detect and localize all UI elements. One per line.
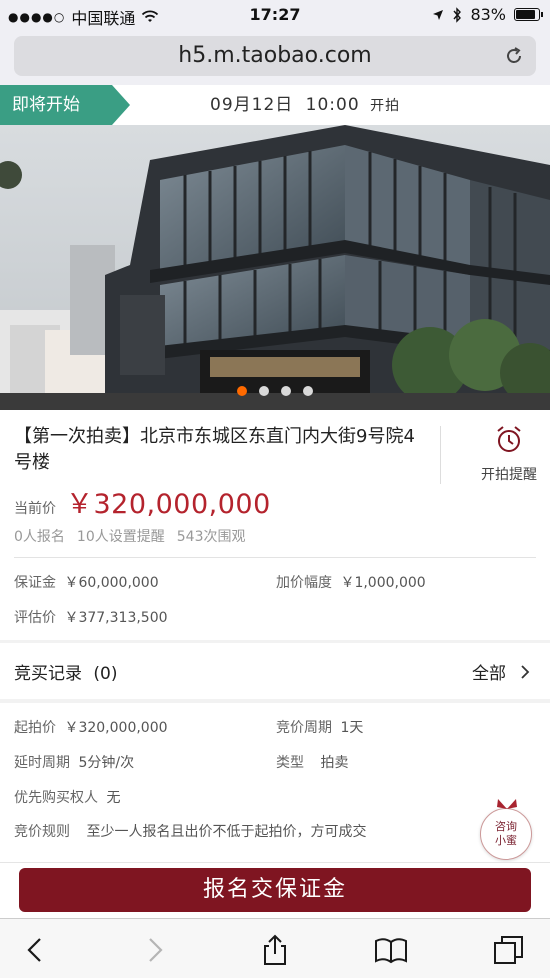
bow-icon (497, 799, 517, 809)
remind-label: 开拍提醒 (481, 467, 537, 483)
bluetooth-icon (453, 6, 462, 23)
increment-value: ￥1,000,000 (340, 575, 426, 591)
appraisal-label: 评估价 (14, 610, 56, 626)
chevron-right-icon (521, 664, 530, 679)
priority-value: 无 (106, 790, 121, 806)
start-clock: 10:00 (305, 95, 360, 115)
type-label: 类型 (276, 755, 304, 771)
carousel-dot[interactable] (259, 386, 269, 396)
priority-label: 优先购买权人 (14, 790, 98, 806)
cta-bar: 报名交保证金 (0, 862, 550, 918)
rule-value: 至少一人报名且出价不低于起拍价，方可成交 (86, 824, 367, 840)
bid-period: 竞价周期 1天 (276, 717, 363, 737)
deposit: 保证金 ￥60,000,000 (14, 572, 159, 592)
start-time: 09月12日 10:00 开拍 (210, 85, 400, 126)
bid-records-row[interactable]: 竞买记录 (0) 全部 (0, 643, 550, 699)
divider (440, 426, 441, 484)
priority-buyer: 优先购买权人 无 (14, 787, 120, 807)
bid-records-title: 竞买记录 (0) (14, 659, 118, 684)
auction-header: 即将开始 09月12日 10:00 开拍 (0, 85, 550, 125)
bid-rule: 竞价规则 至少一人报名且出价不低于起拍价，方可成交 (14, 821, 366, 841)
address-bar[interactable]: h5.m.taobao.com (14, 36, 536, 76)
bookmarks-icon[interactable] (374, 933, 408, 967)
carousel-indicator (0, 386, 550, 396)
alarm-clock-icon (497, 426, 521, 452)
battery-percent: 83% (470, 5, 506, 24)
type-value: 拍卖 (320, 755, 349, 771)
bid-period-label: 竞价周期 (276, 720, 332, 736)
view-all-bids[interactable]: 全部 (472, 659, 530, 684)
extension-period: 延时周期 5分钟/次 (14, 752, 134, 772)
battery-icon (514, 8, 543, 21)
remind-button[interactable]: 开拍提醒 (474, 424, 550, 484)
view-all-label: 全部 (472, 664, 506, 684)
status-bar: ●●●●○ 中国联通 17:27 83% (0, 0, 550, 30)
appraisal-value: ￥377,313,500 (64, 610, 168, 626)
auction-rules-panel: 起拍价 ￥320,000,000 竞价周期 1天 延时周期 5分钟/次 类型 拍… (0, 703, 550, 863)
bid-records-count: (0) (93, 664, 118, 684)
auction-type: 类型 拍卖 (276, 752, 348, 772)
divider (14, 557, 536, 558)
price-value: ￥320,000,000 (66, 489, 271, 520)
extension-value: 5分钟/次 (78, 755, 135, 771)
current-price-row: 当前价 ￥320,000,000 (14, 482, 271, 521)
reload-icon[interactable] (502, 44, 526, 68)
signup-count: 0人报名 (14, 529, 65, 545)
extension-label: 延时周期 (14, 755, 70, 771)
building-photo (0, 125, 550, 410)
carousel-dot[interactable] (281, 386, 291, 396)
tabs-icon[interactable] (492, 933, 526, 967)
price-label: 当前价 (14, 501, 56, 517)
rule-label: 竞价规则 (14, 824, 70, 840)
start-suffix: 开拍 (370, 98, 401, 114)
forward-icon[interactable] (138, 933, 172, 967)
start-price-value: ￥320,000,000 (64, 720, 168, 736)
browser-chrome: h5.m.taobao.com (0, 30, 550, 85)
hero-image-carousel[interactable] (0, 125, 550, 410)
status-tag: 即将开始 (0, 85, 130, 125)
item-stats: 0人报名 10人设置提醒 543次围观 (14, 526, 245, 546)
consult-line2: 小蜜 (495, 834, 517, 847)
start-date: 09月12日 (210, 95, 294, 115)
location-arrow-icon (433, 9, 444, 20)
carousel-dot[interactable] (303, 386, 313, 396)
view-count: 543次围观 (176, 529, 246, 545)
browser-toolbar (0, 918, 550, 978)
share-icon[interactable] (258, 933, 292, 967)
item-info-panel: 【第一次拍卖】北京市东城区东直门内大街9号院4号楼 开拍提醒 当前价 ￥320,… (0, 410, 550, 640)
start-price: 起拍价 ￥320,000,000 (14, 717, 168, 737)
start-price-label: 起拍价 (14, 720, 56, 736)
bid-records-label: 竞买记录 (14, 664, 82, 684)
bid-period-value: 1天 (340, 720, 364, 736)
url-text: h5.m.taobao.com (178, 43, 372, 68)
carousel-dot[interactable] (237, 386, 247, 396)
reminder-count: 10人设置提醒 (76, 529, 165, 545)
increment: 加价幅度 ￥1,000,000 (276, 572, 426, 592)
consult-line1: 咨询 (495, 820, 517, 833)
consult-assistant-button[interactable]: 咨询 小蜜 (480, 799, 532, 860)
back-icon[interactable] (18, 933, 52, 967)
register-deposit-button[interactable]: 报名交保证金 (19, 868, 531, 912)
item-title: 【第一次拍卖】北京市东城区东直门内大街9号院4号楼 (14, 426, 415, 473)
deposit-label: 保证金 (14, 575, 56, 591)
increment-label: 加价幅度 (276, 575, 332, 591)
deposit-value: ￥60,000,000 (64, 575, 159, 591)
appraisal: 评估价 ￥377,313,500 (14, 607, 168, 627)
